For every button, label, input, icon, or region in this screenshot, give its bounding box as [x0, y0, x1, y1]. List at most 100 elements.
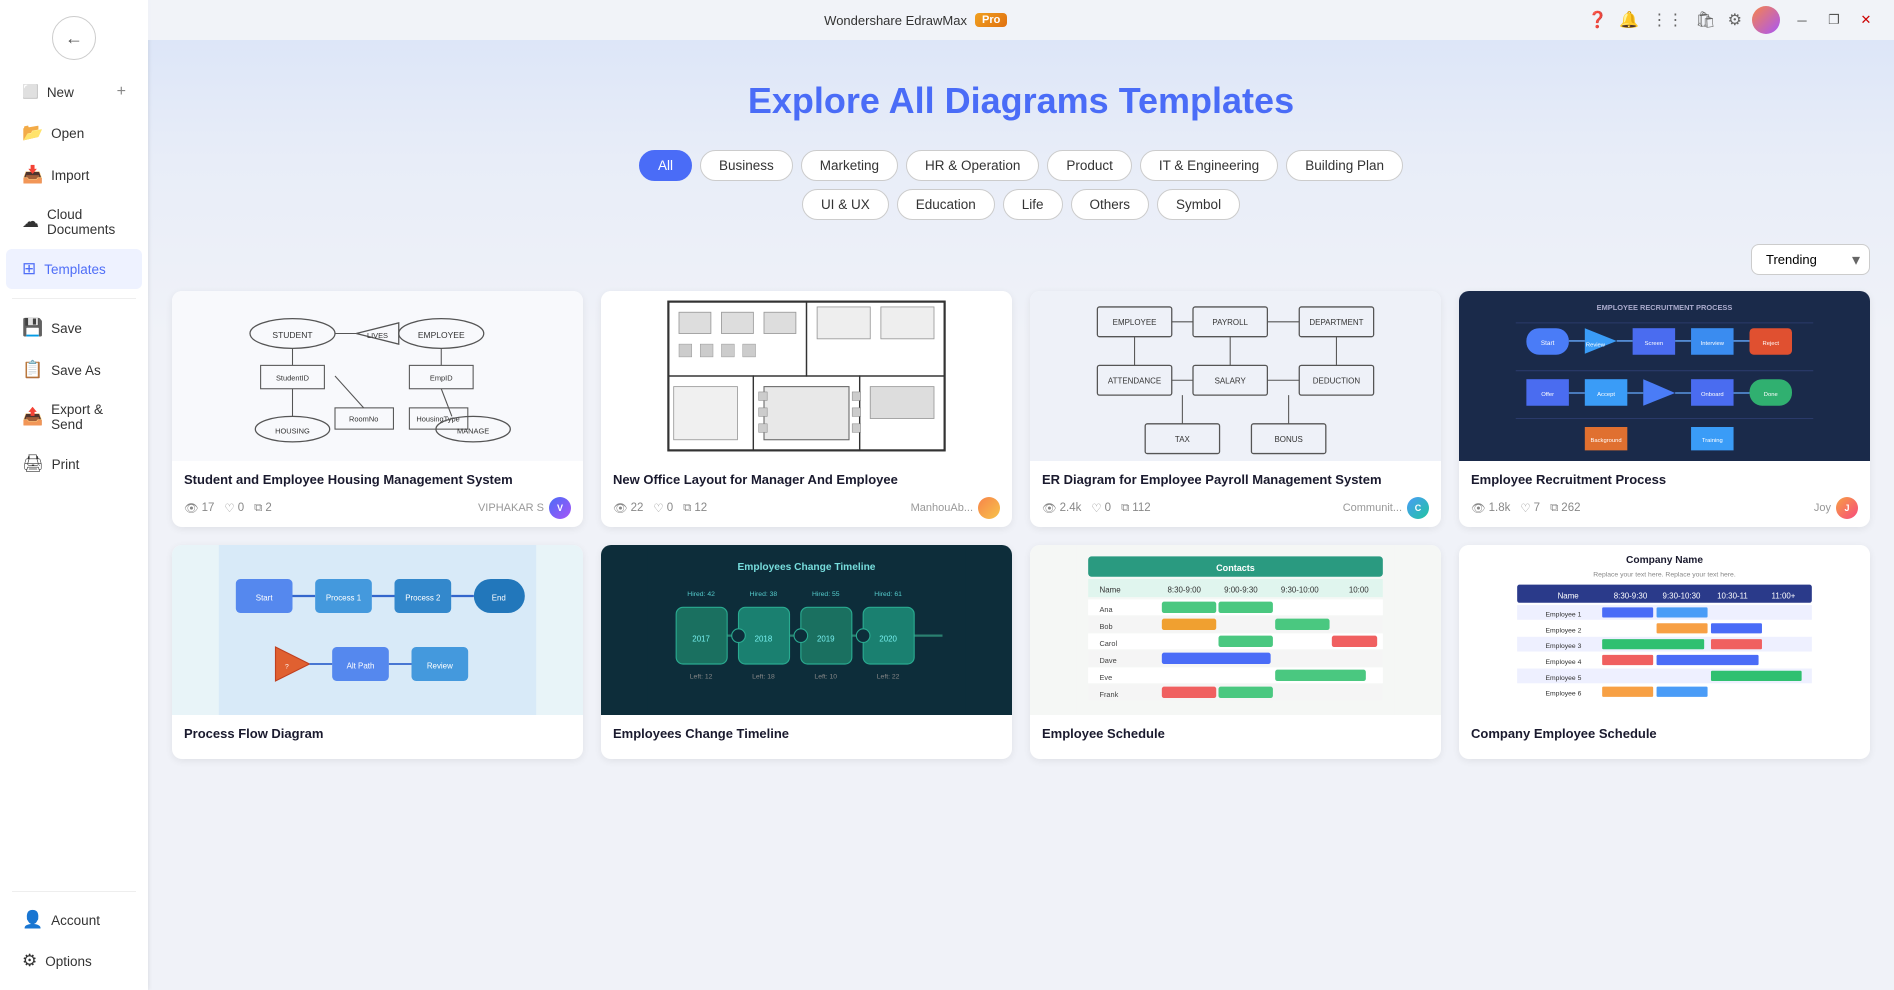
open-icon: 📂 — [22, 123, 43, 143]
card-student-housing[interactable]: STUDENT EMPLOYEE StudentID EmpID LIVES H… — [172, 291, 583, 527]
svg-text:PAYROLL: PAYROLL — [1212, 318, 1248, 327]
card-schedule[interactable]: Contacts Name 8:30-9:00 9:00-9:30 9:30-1… — [1030, 545, 1441, 759]
card-timeline[interactable]: Employees Change Timeline 2017 2018 2019… — [601, 545, 1012, 759]
settings-icon[interactable]: ⚙ — [1728, 10, 1742, 30]
options-icon: ⚙ — [22, 951, 37, 971]
minimize-button[interactable]: ─ — [1790, 8, 1814, 32]
card-payroll[interactable]: EMPLOYEE PAYROLL DEPARTMENT ATTENDANCE S… — [1030, 291, 1441, 527]
filter-others[interactable]: Others — [1071, 189, 1150, 220]
svg-text:Training: Training — [1702, 438, 1723, 444]
card-image-3: EMPLOYEE PAYROLL DEPARTMENT ATTENDANCE S… — [1030, 291, 1441, 461]
stat-copies-1: ⧉ 2 — [254, 502, 272, 515]
svg-text:Contacts: Contacts — [1216, 563, 1255, 573]
svg-text:8:30-9:30: 8:30-9:30 — [1614, 591, 1648, 600]
filter-business[interactable]: Business — [700, 150, 793, 181]
filter-marketing[interactable]: Marketing — [801, 150, 898, 181]
author-name-4: Joy — [1814, 502, 1831, 514]
svg-text:2018: 2018 — [755, 635, 773, 644]
sidebar-import-label: Import — [51, 168, 89, 183]
card-company-schedule[interactable]: Company Name Replace your text here. Rep… — [1459, 545, 1870, 759]
user-avatar[interactable] — [1752, 6, 1780, 34]
avatar-1: V — [549, 497, 571, 519]
filter-all[interactable]: All — [639, 150, 692, 181]
sidebar-print-label: Print — [52, 457, 80, 472]
card-stats-3: 👁 2.4k ♡ 0 ⧉ 112 — [1042, 501, 1151, 515]
svg-text:BONUS: BONUS — [1274, 435, 1302, 444]
author-name-2: ManhouAb... — [911, 502, 973, 514]
card-recruitment[interactable]: EMPLOYEE RECRUITMENT PROCESS Start Revie… — [1459, 291, 1870, 527]
close-button[interactable]: ✕ — [1854, 8, 1878, 32]
sidebar-item-open[interactable]: 📂 Open — [6, 113, 142, 153]
svg-text:10:30-11: 10:30-11 — [1717, 591, 1748, 600]
svg-text:Screen: Screen — [1645, 341, 1663, 347]
svg-text:EmpID: EmpID — [430, 373, 453, 382]
svg-text:2019: 2019 — [817, 635, 835, 644]
svg-text:EMPLOYEE RECRUITMENT PROCESS: EMPLOYEE RECRUITMENT PROCESS — [1597, 303, 1733, 312]
sidebar-divider — [12, 298, 136, 299]
filter-life[interactable]: Life — [1003, 189, 1063, 220]
saveas-icon: 📋 — [22, 360, 43, 380]
stat-likes-1: ♡ 0 — [224, 501, 244, 515]
svg-text:RoomNo: RoomNo — [349, 415, 378, 424]
sidebar: ← ⬜ New + 📂 Open 📥 Import ☁ Cloud Docume… — [0, 0, 148, 990]
svg-text:Carol: Carol — [1100, 639, 1118, 648]
apps-icon[interactable]: ⋮⋮ — [1651, 10, 1683, 30]
restore-button[interactable]: ❐ — [1822, 8, 1846, 32]
card-title-7: Employee Schedule — [1042, 725, 1429, 743]
svg-text:Left: 22: Left: 22 — [877, 674, 900, 681]
filter-education[interactable]: Education — [897, 189, 995, 220]
filter-product[interactable]: Product — [1047, 150, 1132, 181]
sidebar-item-cloud[interactable]: ☁ Cloud Documents — [6, 197, 142, 247]
svg-text:2017: 2017 — [692, 635, 710, 644]
sidebar-item-print[interactable]: 🖨 Print — [6, 444, 142, 484]
sidebar-item-options[interactable]: ⚙ Options — [6, 941, 142, 981]
card-process-flow[interactable]: Start Process 1 Process 2 End ? Alt Path — [172, 545, 583, 759]
filter-building[interactable]: Building Plan — [1286, 150, 1403, 181]
titlebar: Wondershare EdrawMax Pro ❓ 🔔 ⋮⋮ 🛍 ⚙ ─ ❐ … — [148, 0, 1894, 40]
title-highlight: All Diagrams Templates — [889, 80, 1294, 121]
svg-text:Reject: Reject — [1762, 341, 1779, 347]
svg-text:Process 2: Process 2 — [405, 594, 440, 603]
card-body-3: ER Diagram for Employee Payroll Manageme… — [1030, 461, 1441, 527]
card-meta-1: 👁 17 ♡ 0 ⧉ 2 VIPHAKAR S V — [184, 497, 571, 519]
svg-text:Company Name: Company Name — [1626, 555, 1703, 566]
svg-text:Eve: Eve — [1100, 673, 1113, 682]
svg-text:Employee 1: Employee 1 — [1546, 612, 1582, 619]
back-button[interactable]: ← — [52, 16, 96, 60]
sidebar-item-saveas[interactable]: 📋 Save As — [6, 350, 142, 390]
sidebar-item-save[interactable]: 💾 Save — [6, 308, 142, 348]
filter-symbol[interactable]: Symbol — [1157, 189, 1240, 220]
card-image-2 — [601, 291, 1012, 461]
card-image-5: Start Process 1 Process 2 End ? Alt Path — [172, 545, 583, 715]
sidebar-export-label: Export & Send — [51, 402, 126, 432]
help-icon[interactable]: ❓ — [1587, 10, 1607, 30]
sidebar-account-label: Account — [51, 913, 100, 928]
stat-likes-2: ♡ 0 — [653, 501, 673, 515]
sidebar-bottom-divider — [12, 891, 136, 892]
stat-copies-3: ⧉ 112 — [1121, 502, 1151, 515]
sidebar-item-export[interactable]: 📤 Export & Send — [6, 392, 142, 442]
card-body-6: Employees Change Timeline — [601, 715, 1012, 759]
notification-icon[interactable]: 🔔 — [1619, 10, 1639, 30]
sort-select[interactable]: Trending Newest Most Viewed Most Liked — [1751, 244, 1870, 275]
svg-text:DEDUCTION: DEDUCTION — [1313, 376, 1361, 385]
app-title: Wondershare EdrawMax — [824, 13, 967, 28]
card-author-3: Communit... C — [1343, 497, 1429, 519]
filter-it[interactable]: IT & Engineering — [1140, 150, 1278, 181]
filter-uiux[interactable]: UI & UX — [802, 189, 889, 220]
filter-hr[interactable]: HR & Operation — [906, 150, 1039, 181]
card-stats-1: 👁 17 ♡ 0 ⧉ 2 — [184, 501, 272, 515]
sidebar-item-templates[interactable]: ⊞ Templates — [6, 249, 142, 289]
card-body-4: Employee Recruitment Process 👁 1.8k ♡ 7 … — [1459, 461, 1870, 527]
store-icon[interactable]: 🛍 — [1695, 10, 1715, 30]
sidebar-item-account[interactable]: 👤 Account — [6, 900, 142, 940]
card-meta-3: 👁 2.4k ♡ 0 ⧉ 112 Communit... C — [1042, 497, 1429, 519]
sidebar-item-import[interactable]: 📥 Import — [6, 155, 142, 195]
svg-text:Background: Background — [1591, 438, 1622, 444]
card-office-layout[interactable]: New Office Layout for Manager And Employ… — [601, 291, 1012, 527]
svg-text:Employees Change Timeline: Employees Change Timeline — [738, 562, 876, 573]
sidebar-item-new[interactable]: ⬜ New + — [6, 73, 142, 111]
avatar-4: J — [1836, 497, 1858, 519]
svg-text:ATTENDANCE: ATTENDANCE — [1108, 376, 1161, 385]
svg-text:Left: 12: Left: 12 — [690, 674, 713, 681]
